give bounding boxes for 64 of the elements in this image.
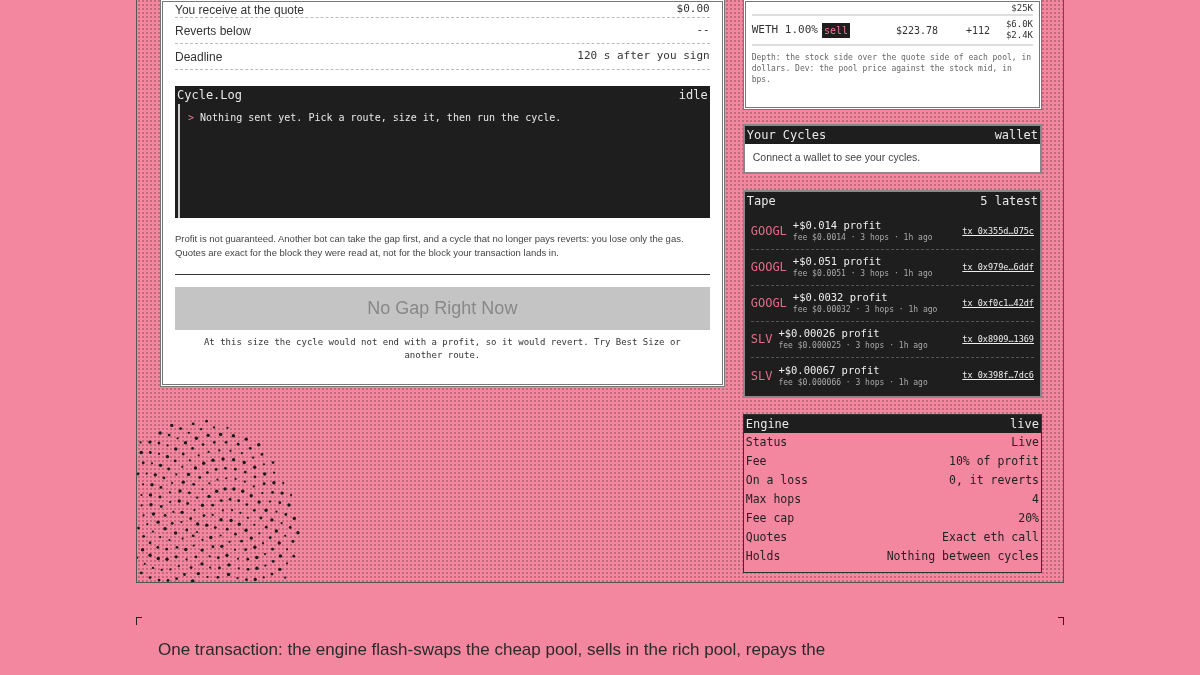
tx-link[interactable]: tx 0x398f…7dc6 (962, 369, 1034, 383)
panel-tag: idle (678, 86, 708, 104)
engine-label: Fee cap (745, 509, 795, 527)
trade-detail: fee $0.0014 · 3 hops · 1h ago (792, 232, 933, 244)
symbol-label: SLV (750, 331, 773, 349)
engine-label: Holds (745, 547, 781, 565)
trade-detail: fee $0.0051 · 3 hops · 1h ago (792, 268, 933, 280)
panel-title: Your Cycles (746, 127, 827, 144)
trade-detail: fee $0.000025 · 3 hops · 1h ago (778, 340, 928, 352)
engine-label: Quotes (745, 528, 788, 546)
tx-link[interactable]: tx 0xf0c1…42df (962, 296, 1034, 310)
row-value: 120 s after you sign (577, 48, 710, 65)
engine-value: 20% (1018, 509, 1039, 527)
panel-title: Engine (745, 415, 790, 433)
pool-dev: +112 (965, 23, 991, 38)
engine-value: 0, it reverts (949, 471, 1039, 489)
panel-tag: 5 latest (980, 191, 1038, 210)
depth-value: $2.4K (1005, 30, 1033, 41)
pool-name: WETH 1.00% (751, 21, 818, 38)
log-line: Nothing sent yet. Pick a route, size it, then run the cycle. (200, 111, 562, 125)
row-label: You receive at the quote (175, 1, 304, 19)
row-label: Reverts below (175, 22, 252, 40)
panel-title: Tape (746, 192, 776, 210)
profit-amount: +$0.00026 profit (778, 327, 881, 341)
profit-amount: +$0.014 profit (792, 219, 883, 233)
pools-footnote: Depth: the stock side over the quote side of each pool, in dollars. Dev: the pool price against the stock mid, in bps. (751, 52, 1033, 85)
panel-tag: live (1010, 414, 1039, 433)
row-value: -- (696, 22, 710, 39)
empty-message: Connect a wallet to see your cycles. (751, 150, 922, 165)
tx-link[interactable]: tx 0x979e…6ddf (962, 260, 1034, 274)
engine-value: Nothing between cycles (886, 547, 1039, 565)
trade-detail: fee $0.000066 · 3 hops · 1h ago (778, 376, 928, 388)
panel-title: Cycle.Log (177, 87, 243, 104)
symbol-label: GOOGL (750, 295, 787, 313)
row-value: $0.00 (676, 1, 710, 18)
row-label: Deadline (175, 48, 223, 66)
corner-mark (1058, 617, 1064, 625)
depth-value: $25K (1011, 3, 1033, 13)
disclaimer-text: Profit is not guaranteed. Another bot can take the gap first, and a cycle that no longer pays reverts: you lose only the gas. Quotes are exact for the block they were read at, not for the block your transaction lands in. (175, 232, 685, 260)
corner-mark (136, 617, 142, 625)
tx-link[interactable]: tx 0x355d…075c (962, 224, 1034, 238)
pool-price: $223.78 (895, 23, 940, 38)
engine-label: Fee (745, 452, 767, 470)
profit-amount: +$0.0032 profit (792, 291, 889, 305)
symbol-label: SLV (750, 367, 773, 385)
explainer-paragraph: One transaction: the engine flash-swaps the cheap pool, sells in the rich pool, repays the (158, 639, 827, 661)
profit-amount: +$0.00067 profit (778, 363, 881, 377)
depth-value: $6.0K (1005, 19, 1033, 30)
engine-label: Max hops (745, 490, 802, 508)
engine-value: Exact eth call (942, 528, 1039, 546)
hint-text: At this size the cycle would not end with a profit, so it would revert. Try Best Size or another route. (202, 336, 682, 362)
panel-tag: wallet (994, 126, 1038, 144)
profit-amount: +$0.051 profit (792, 255, 883, 269)
engine-label: On a loss (745, 471, 809, 489)
tx-link[interactable]: tx 0x8909…1369 (962, 332, 1034, 346)
engine-value: 10% of profit (949, 452, 1039, 470)
engine-value: 4 (1032, 490, 1039, 508)
engine-label: Status (745, 433, 788, 451)
side-badge: sell (821, 22, 851, 38)
symbol-label: GOOGL (750, 259, 787, 277)
trade-detail: fee $0.00032 · 3 hops · 1h ago (792, 304, 938, 316)
prompt-marker: > (188, 111, 195, 125)
engine-value: Live (1011, 433, 1039, 451)
symbol-label: GOOGL (750, 223, 787, 241)
